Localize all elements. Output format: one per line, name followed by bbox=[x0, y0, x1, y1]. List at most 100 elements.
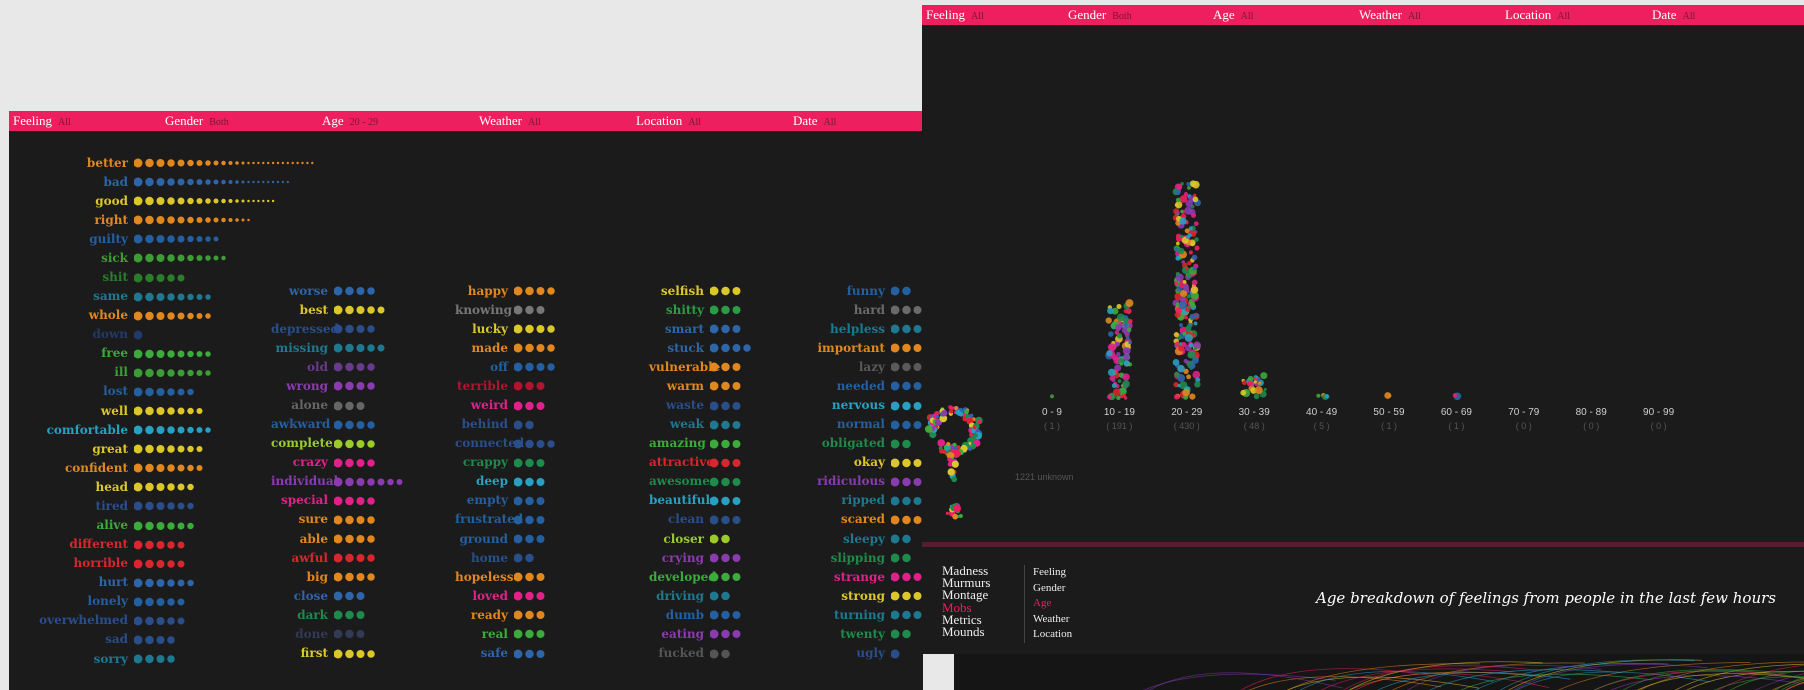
feeling-row[interactable]: driving bbox=[649, 586, 774, 605]
feeling-row[interactable]: complete bbox=[271, 434, 446, 453]
feeling-row[interactable]: good bbox=[9, 191, 566, 210]
feeling-row[interactable]: okay bbox=[789, 453, 923, 472]
feeling-row[interactable]: ground bbox=[455, 529, 578, 548]
feeling-row[interactable]: attractive bbox=[649, 453, 774, 472]
feeling-row[interactable]: wrong bbox=[271, 376, 446, 395]
feeling-row[interactable]: shitty bbox=[649, 300, 774, 319]
menu-item-mounds[interactable]: Mounds bbox=[942, 625, 990, 638]
filter-date[interactable]: Date All bbox=[793, 113, 836, 129]
feeling-row[interactable]: sleepy bbox=[789, 529, 923, 548]
feeling-row[interactable]: closer bbox=[649, 529, 774, 548]
feeling-row[interactable]: loved bbox=[455, 586, 578, 605]
feeling-row[interactable]: off bbox=[455, 357, 578, 376]
feeling-row[interactable]: hopeless bbox=[455, 567, 578, 586]
feeling-row[interactable]: ripped bbox=[789, 491, 923, 510]
feeling-row[interactable]: selfish bbox=[649, 281, 774, 300]
feeling-row[interactable]: awesome bbox=[649, 472, 774, 491]
filter-value[interactable]: Both bbox=[209, 117, 228, 128]
feeling-row[interactable]: real bbox=[455, 624, 578, 643]
feeling-row[interactable]: amazing bbox=[649, 434, 774, 453]
feeling-row[interactable]: developed bbox=[649, 567, 774, 586]
feeling-row[interactable]: knowing bbox=[455, 300, 578, 319]
feeling-row[interactable]: strange bbox=[789, 567, 923, 586]
feeling-row[interactable]: nervous bbox=[789, 395, 923, 414]
feeling-row[interactable]: awful bbox=[271, 548, 446, 567]
feeling-row[interactable]: needed bbox=[789, 376, 923, 395]
feeling-row[interactable]: lazy bbox=[789, 357, 923, 376]
feeling-row[interactable]: made bbox=[455, 338, 578, 357]
feeling-row[interactable]: done bbox=[271, 624, 446, 643]
feeling-row[interactable]: big bbox=[271, 567, 446, 586]
feeling-row[interactable]: eating bbox=[649, 624, 774, 643]
menu-item-feeling[interactable]: Feeling bbox=[1033, 565, 1072, 581]
feeling-row[interactable]: better bbox=[9, 153, 566, 172]
feeling-row[interactable]: connected bbox=[455, 434, 578, 453]
feeling-row[interactable]: turning bbox=[789, 605, 923, 624]
feeling-row[interactable]: able bbox=[271, 529, 446, 548]
feeling-row[interactable]: old bbox=[271, 357, 446, 376]
feeling-row[interactable]: happy bbox=[455, 281, 578, 300]
feeling-row[interactable]: worse bbox=[271, 281, 446, 300]
filter-value[interactable]: 20 - 29 bbox=[350, 117, 378, 128]
filter-gender[interactable]: Gender Both bbox=[165, 113, 229, 129]
feeling-row[interactable]: stuck bbox=[649, 338, 774, 357]
feeling-row[interactable]: home bbox=[455, 548, 578, 567]
feeling-row[interactable]: ready bbox=[455, 605, 578, 624]
feeling-row[interactable]: depressed bbox=[271, 319, 446, 338]
feeling-row[interactable]: obligated bbox=[789, 434, 923, 453]
feeling-row[interactable]: close bbox=[271, 586, 446, 605]
feeling-row[interactable]: crazy bbox=[271, 453, 446, 472]
filter-age[interactable]: Age 20 - 29 bbox=[322, 113, 378, 129]
feeling-row[interactable]: dark bbox=[271, 605, 446, 624]
feeling-row[interactable]: best bbox=[271, 300, 446, 319]
feeling-row[interactable]: dumb bbox=[649, 605, 774, 624]
feeling-row[interactable]: weird bbox=[455, 395, 578, 414]
filter-feeling[interactable]: Feeling All bbox=[13, 113, 71, 129]
feeling-row[interactable]: behind bbox=[455, 415, 578, 434]
feeling-row[interactable]: frustrated bbox=[455, 510, 578, 529]
menu-item-gender[interactable]: Gender bbox=[1033, 581, 1072, 597]
filter-value[interactable]: All bbox=[528, 117, 541, 128]
feeling-row[interactable]: helpless bbox=[789, 319, 923, 338]
feeling-row[interactable]: terrible bbox=[455, 376, 578, 395]
feeling-row[interactable]: twenty bbox=[789, 624, 923, 643]
feeling-row[interactable]: deep bbox=[455, 472, 578, 491]
filter-weather[interactable]: Weather All bbox=[479, 113, 541, 129]
filter-location[interactable]: Location All bbox=[636, 113, 701, 129]
feeling-row[interactable]: lucky bbox=[455, 319, 578, 338]
filter-value[interactable]: All bbox=[824, 117, 837, 128]
feeling-row[interactable]: special bbox=[271, 491, 446, 510]
feeling-row[interactable]: funny bbox=[789, 281, 923, 300]
feeling-row[interactable]: slipping bbox=[789, 548, 923, 567]
feeling-row[interactable]: bad bbox=[9, 172, 566, 191]
feeling-row[interactable]: warm bbox=[649, 376, 774, 395]
feeling-row[interactable]: beautiful bbox=[649, 491, 774, 510]
feeling-row[interactable]: clean bbox=[649, 510, 774, 529]
feeling-row[interactable]: sick bbox=[9, 248, 566, 267]
filter-value[interactable]: All bbox=[58, 117, 71, 128]
menu-item-weather[interactable]: Weather bbox=[1033, 612, 1072, 628]
feeling-row[interactable]: sure bbox=[271, 510, 446, 529]
feeling-row[interactable]: guilty bbox=[9, 229, 566, 248]
feeling-row[interactable]: waste bbox=[649, 395, 774, 414]
feeling-row[interactable]: scared bbox=[789, 510, 923, 529]
feeling-row[interactable]: important bbox=[789, 338, 923, 357]
feeling-row[interactable]: first bbox=[271, 643, 446, 662]
feeling-row[interactable]: ugly bbox=[789, 643, 923, 662]
feeling-row[interactable]: strong bbox=[789, 586, 923, 605]
feeling-row[interactable]: alone bbox=[271, 395, 446, 414]
menu-item-location[interactable]: Location bbox=[1033, 627, 1072, 643]
feeling-row[interactable]: right bbox=[9, 210, 566, 229]
feeling-row[interactable]: ridiculous bbox=[789, 472, 923, 491]
feeling-row[interactable]: weak bbox=[649, 415, 774, 434]
menu-item-age[interactable]: Age bbox=[1033, 596, 1072, 612]
feeling-row[interactable]: fucked bbox=[649, 643, 774, 662]
feeling-row[interactable]: crappy bbox=[455, 453, 578, 472]
feeling-row[interactable]: safe bbox=[455, 643, 578, 662]
feeling-row[interactable]: normal bbox=[789, 415, 923, 434]
feeling-row[interactable]: individual bbox=[271, 472, 446, 491]
feeling-row[interactable]: hard bbox=[789, 300, 923, 319]
feeling-row[interactable]: empty bbox=[455, 491, 578, 510]
filter-value[interactable]: All bbox=[688, 117, 701, 128]
feeling-row[interactable]: smart bbox=[649, 319, 774, 338]
